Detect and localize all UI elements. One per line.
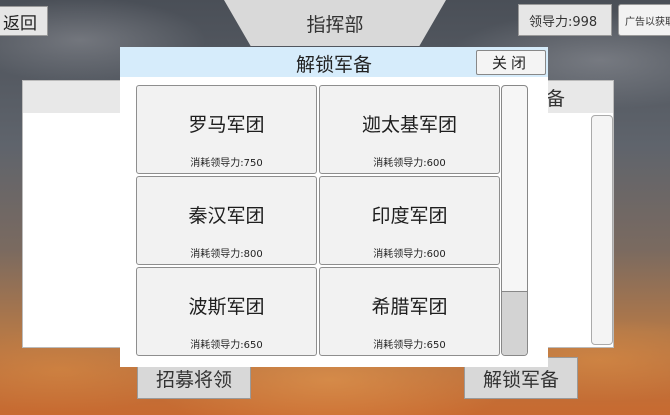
legion-name: 罗马军团 [188, 114, 265, 136]
equipment-panel-title: 备 [545, 88, 565, 110]
leadership-display: 领导力:998 [518, 4, 612, 36]
legion-name: 印度军团 [371, 205, 448, 227]
legion-cost: 消耗领导力:600 [373, 158, 446, 169]
legion-cost: 消耗领导力:650 [373, 340, 446, 351]
legion-grid: 罗马军团 消耗领导力:750 迦太基军团 消耗领导力:600 秦汉军团 消耗领导… [136, 85, 500, 356]
legion-name: 波斯军团 [188, 296, 265, 318]
dialog-scrollbar[interactable] [501, 85, 528, 356]
unlock-equipment-label: 解锁军备 [482, 368, 559, 391]
legion-name: 希腊军团 [371, 296, 448, 318]
equipment-panel-scrollbar[interactable] [591, 115, 613, 345]
legion-card[interactable]: 波斯军团 消耗领导力:650 [136, 267, 317, 356]
legion-card[interactable]: 罗马军团 消耗领导力:750 [136, 85, 317, 174]
legion-card[interactable]: 希腊军团 消耗领导力:650 [319, 267, 500, 356]
legion-name: 迦太基军团 [361, 114, 457, 136]
legion-name: 秦汉军团 [188, 205, 265, 227]
close-button[interactable]: 关闭 [476, 50, 546, 75]
watch-ad-label: 广告以获取 [625, 16, 670, 28]
close-button-label: 关闭 [491, 54, 530, 72]
legion-cost: 消耗领导力:800 [190, 249, 263, 260]
dialog-scrollbar-thumb[interactable] [502, 291, 527, 355]
legion-card[interactable]: 秦汉军团 消耗领导力:800 [136, 176, 317, 265]
legion-card[interactable]: 印度军团 消耗领导力:600 [319, 176, 500, 265]
watch-ad-button[interactable]: 广告以获取 [618, 4, 670, 36]
back-button[interactable]: 返回 [0, 6, 48, 36]
leadership-value: 领导力:998 [529, 14, 598, 30]
recruit-generals-label: 招募将领 [155, 368, 232, 391]
back-button-label: 返回 [3, 13, 37, 34]
legion-card[interactable]: 迦太基军团 消耗领导力:600 [319, 85, 500, 174]
page-title-text: 指挥部 [306, 14, 364, 36]
legion-cost: 消耗领导力:600 [373, 249, 446, 260]
unlock-equipment-dialog: 解锁军备 关闭 罗马军团 消耗领导力:750 迦太基军团 消耗领导力:600 秦… [120, 47, 548, 367]
legion-cost: 消耗领导力:750 [190, 158, 263, 169]
legion-cost: 消耗领导力:650 [190, 340, 263, 351]
page-title: 指挥部 [224, 0, 446, 46]
